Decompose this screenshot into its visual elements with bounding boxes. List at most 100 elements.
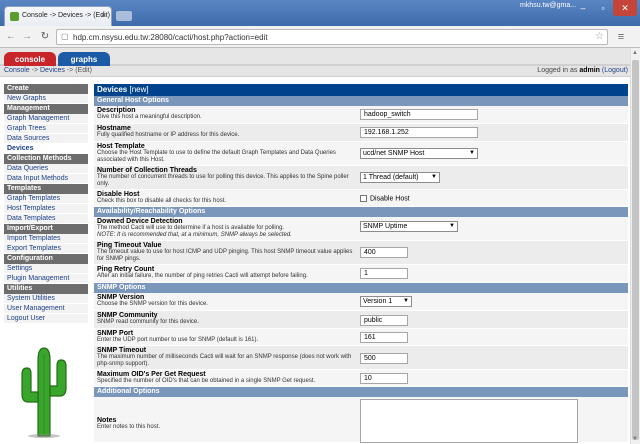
menu-item-import-templates[interactable]: Import Templates xyxy=(4,234,88,244)
snmp-timeout-input[interactable]: 500 xyxy=(360,353,408,364)
row-snmp-timeout: SNMP Timeout The maximum number of millis… xyxy=(94,346,628,370)
breadcrumb-bar: Console -> Devices -> (Edit) Logged in a… xyxy=(0,66,640,77)
form-title-text: Devices xyxy=(97,85,128,94)
menu-item-settings[interactable]: Settings xyxy=(4,264,88,274)
new-tab-button[interactable] xyxy=(116,11,132,21)
breadcrumb-console[interactable]: Console xyxy=(4,67,30,74)
bookmark-star-icon[interactable]: ☆ xyxy=(595,31,604,42)
browser-titlebar: Console -> Devices -> (Edit) × mkhsu.tw@… xyxy=(0,0,640,26)
menu-item-graph-management[interactable]: Graph Management xyxy=(4,114,88,124)
snmp-community-input[interactable]: public xyxy=(360,315,408,326)
snmp-version-value: Version 1 xyxy=(363,298,393,305)
profile-name[interactable]: mkhsu.tw@gma... xyxy=(520,2,576,9)
menu-item-data-input-methods[interactable]: Data Input Methods xyxy=(4,174,88,184)
desc-host-template: Choose the Host Template to use to defin… xyxy=(97,150,336,163)
desc-downed-detection: The method Cacti will use to determine i… xyxy=(97,225,285,231)
label-snmp-timeout: SNMP Timeout xyxy=(97,347,147,354)
scroll-up-icon[interactable]: ▲ xyxy=(632,50,638,56)
section-availability: Availability/Reachability Options xyxy=(94,207,628,217)
desc-threads: The number of concurrent threads to use … xyxy=(97,174,349,187)
menu-item-system-utilities[interactable]: System Utilities xyxy=(4,294,88,304)
form-title: Devices [new] xyxy=(94,84,628,96)
cacti-favicon-icon xyxy=(10,12,19,21)
tab-close-icon[interactable]: × xyxy=(101,10,106,20)
disable-host-checkbox[interactable] xyxy=(360,195,367,202)
desc-ping-timeout: The timeout value to use for host ICMP a… xyxy=(97,249,353,262)
label-ping-retry: Ping Retry Count xyxy=(97,266,155,273)
row-description: Description Give this host a meaningful d… xyxy=(94,106,628,124)
menu-item-graph-trees[interactable]: Graph Trees xyxy=(4,124,88,134)
menu-item-new-graphs[interactable]: New Graphs xyxy=(4,94,88,104)
menu-header-create: Create xyxy=(4,84,88,94)
dropdown-arrow-icon: ▼ xyxy=(403,298,409,304)
disable-host-checkbox-label[interactable]: Disable Host xyxy=(370,195,410,202)
menu-item-logout-user[interactable]: Logout User xyxy=(4,314,88,324)
menu-item-plugin-management[interactable]: Plugin Management xyxy=(4,274,88,284)
ping-timeout-input[interactable]: 400 xyxy=(360,247,408,258)
snmp-port-input[interactable]: 161 xyxy=(360,332,408,343)
desc-snmp-community: SNMP read community for this device. xyxy=(97,319,199,325)
menu-item-data-sources[interactable]: Data Sources xyxy=(4,134,88,144)
max-oids-input[interactable]: 10 xyxy=(360,373,408,384)
menu-header-collection-methods: Collection Methods xyxy=(4,154,88,164)
label-snmp-port: SNMP Port xyxy=(97,330,134,337)
row-disable-host: Disable Host Check this box to disable al… xyxy=(94,190,628,207)
downed-detection-select[interactable]: SNMP Uptime ▼ xyxy=(360,221,458,232)
description-input[interactable]: hadoop_switch xyxy=(360,109,478,120)
host-edit-form: Devices [new] General Host Options Descr… xyxy=(94,84,628,443)
address-bar[interactable]: ▢ hdp.cm.nsysu.edu.tw:28080/cacti/host.p… xyxy=(56,29,608,45)
scroll-down-icon[interactable]: ▼ xyxy=(632,436,638,442)
menu-item-export-templates[interactable]: Export Templates xyxy=(4,244,88,254)
label-notes: Notes xyxy=(97,417,117,424)
login-status: Logged in as admin (Logout) xyxy=(537,67,628,74)
tab-console[interactable]: console xyxy=(4,52,56,67)
dropdown-arrow-icon: ▼ xyxy=(449,223,455,229)
threads-value: 1 Thread (default) xyxy=(363,174,419,181)
row-snmp-version: SNMP Version Choose the SNMP version for … xyxy=(94,293,628,311)
section-general-host-options: General Host Options xyxy=(94,96,628,106)
menu-item-user-management[interactable]: User Management xyxy=(4,304,88,314)
label-snmp-community: SNMP Community xyxy=(97,312,158,319)
browser-menu-icon[interactable]: ≡ xyxy=(614,31,628,43)
maximize-icon[interactable]: ▫ xyxy=(593,0,613,16)
menu-item-graph-templates[interactable]: Graph Templates xyxy=(4,194,88,204)
downed-detection-value: SNMP Uptime xyxy=(363,223,408,230)
menu-item-data-queries[interactable]: Data Queries xyxy=(4,164,88,174)
minimize-icon[interactable]: – xyxy=(573,0,593,16)
browser-tab[interactable]: Console -> Devices -> (Edit) × xyxy=(4,6,112,26)
label-disable-host: Disable Host xyxy=(97,191,140,198)
label-hostname: Hostname xyxy=(97,125,131,132)
menu-item-devices[interactable]: Devices xyxy=(4,144,88,154)
dropdown-arrow-icon: ▼ xyxy=(431,174,437,180)
menu-header-templates: Templates xyxy=(4,184,88,194)
menu-item-host-templates[interactable]: Host Templates xyxy=(4,204,88,214)
menu-header-management: Management xyxy=(4,104,88,114)
scrollbar-thumb[interactable] xyxy=(632,60,639,440)
page-info-icon[interactable]: ▢ xyxy=(61,32,69,41)
url-text[interactable]: hdp.cm.nsysu.edu.tw:28080/cacti/host.php… xyxy=(73,33,268,42)
threads-select[interactable]: 1 Thread (default) ▼ xyxy=(360,172,440,183)
row-snmp-port: SNMP Port Enter the UDP port number to us… xyxy=(94,329,628,346)
ping-retry-input[interactable]: 1 xyxy=(360,268,408,279)
label-max-oids: Maximum OID's Per Get Request xyxy=(97,371,206,378)
logout-link[interactable]: (Logout) xyxy=(602,67,628,74)
forward-icon[interactable]: → xyxy=(20,30,34,44)
menu-item-data-templates[interactable]: Data Templates xyxy=(4,214,88,224)
host-template-select[interactable]: ucd/net SNMP Host ▼ xyxy=(360,148,478,159)
notes-textarea[interactable] xyxy=(360,399,578,443)
reload-icon[interactable]: ↻ xyxy=(38,30,52,44)
close-window-icon[interactable]: ✕ xyxy=(613,0,637,16)
back-icon[interactable]: ← xyxy=(4,30,18,44)
page-scrollbar[interactable]: ▲ ▼ xyxy=(630,48,640,444)
hostname-input[interactable]: 192.168.1.252 xyxy=(360,127,478,138)
tab-graphs[interactable]: graphs xyxy=(58,52,110,67)
desc-snmp-timeout: The maximum number of milliseconds Cacti… xyxy=(97,354,352,367)
menu-header-import-export: Import/Export xyxy=(4,224,88,234)
breadcrumb-edit: (Edit) xyxy=(75,67,92,74)
row-ping-retry: Ping Retry Count After an initial failure… xyxy=(94,265,628,283)
breadcrumb-devices[interactable]: Devices xyxy=(40,67,65,74)
label-host-template: Host Template xyxy=(97,143,145,150)
breadcrumb: Console -> Devices -> (Edit) xyxy=(4,67,92,74)
snmp-version-select[interactable]: Version 1 ▼ xyxy=(360,296,412,307)
desc-max-oids: Specified the number of OID's that can b… xyxy=(97,378,316,384)
